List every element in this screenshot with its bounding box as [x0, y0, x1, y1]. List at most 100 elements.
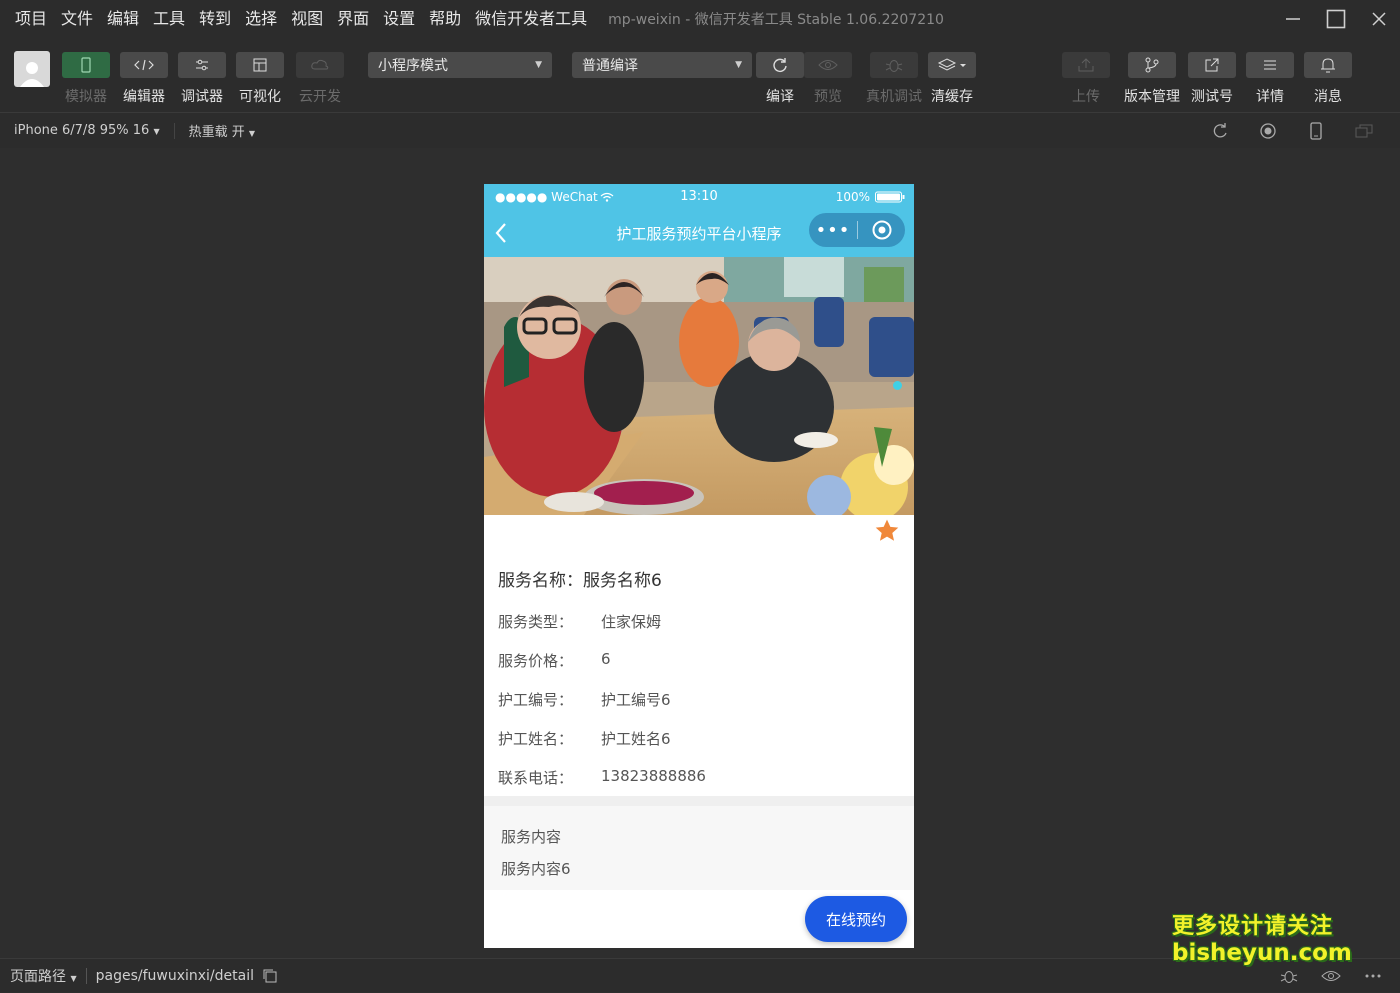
- external-link-icon: [1205, 58, 1219, 72]
- divider: [85, 967, 87, 984]
- editor-button[interactable]: 编辑器: [120, 52, 168, 106]
- menu-lines-icon: [1264, 60, 1276, 70]
- debug-button[interactable]: [1268, 967, 1310, 985]
- menu-tools[interactable]: 工具: [146, 0, 192, 38]
- rotate-button[interactable]: [1196, 122, 1244, 140]
- section-divider: [484, 796, 914, 806]
- refresh-icon: [773, 58, 787, 72]
- close-button[interactable]: [1357, 0, 1400, 38]
- remote-debug-label: 真机调试: [866, 89, 922, 105]
- menu-wechat-devtools[interactable]: 微信开发者工具: [468, 0, 594, 38]
- device-frame-button[interactable]: [1292, 122, 1340, 140]
- rotate-icon: [1213, 123, 1227, 138]
- record-button[interactable]: [1244, 122, 1292, 140]
- cloud-button[interactable]: 云开发: [296, 52, 344, 106]
- chevron-down-icon: ▼: [735, 60, 742, 70]
- field-value: 护工姓名6: [601, 730, 671, 748]
- watermark-line1: 更多设计请关注: [1172, 914, 1334, 939]
- more-dots-icon: [1365, 974, 1381, 978]
- test-account-label: 测试号: [1191, 89, 1233, 105]
- layers-icon: [937, 58, 966, 71]
- field-service-type: 服务类型： 住家保姆: [498, 611, 661, 632]
- device-select[interactable]: iPhone 6/7/8 95% 16 ▼: [0, 123, 174, 138]
- copy-icon: [263, 969, 277, 982]
- simulator-label: 模拟器: [65, 89, 107, 105]
- record-icon: [1260, 123, 1276, 139]
- phone-icon: [81, 57, 91, 73]
- phone-status-bar: ●●●●● WeChat 13:10 100%: [484, 184, 914, 209]
- details-label: 详情: [1256, 89, 1284, 105]
- watermark: 更多设计请关注 bisheyun.com: [1172, 914, 1352, 966]
- preview-button[interactable]: 预览: [804, 52, 852, 106]
- book-online-button[interactable]: 在线预约: [805, 896, 907, 942]
- banner-indicator-dot[interactable]: [893, 381, 902, 390]
- version-mgmt-button[interactable]: 版本管理: [1124, 52, 1180, 106]
- menu-file[interactable]: 文件: [54, 0, 100, 38]
- maximize-button[interactable]: [1314, 0, 1357, 38]
- title-bar: 项目 文件 编辑 工具 转到 选择 视图 界面 设置 帮助 微信开发者工具 mp…: [0, 0, 1400, 38]
- mode-select[interactable]: 小程序模式 ▼: [368, 52, 552, 78]
- cloud-icon: [311, 59, 329, 70]
- menu-edit[interactable]: 编辑: [100, 0, 146, 38]
- compile-select[interactable]: 普通编译 ▼: [572, 52, 752, 78]
- window-title: mp-weixin - 微信开发者工具 Stable 1.06.2207210: [608, 12, 944, 28]
- compile-select-value: 普通编译: [582, 58, 638, 74]
- page-path-select[interactable]: 页面路径 ▼: [0, 966, 77, 986]
- menu-bar: 项目 文件 编辑 工具 转到 选择 视图 界面 设置 帮助 微信开发者工具: [0, 0, 594, 38]
- avatar[interactable]: [14, 51, 50, 87]
- compile-button[interactable]: 编译: [756, 52, 804, 106]
- field-value: 13823888886: [601, 767, 706, 785]
- menu-settings[interactable]: 设置: [376, 0, 422, 38]
- field-label: 联系电话：: [498, 769, 574, 787]
- field-caregiver-name: 护工姓名： 护工姓名6: [498, 728, 671, 749]
- battery-icon: [875, 191, 905, 202]
- chevron-down-icon: ▼: [70, 973, 77, 983]
- simulator-button[interactable]: 模拟器: [62, 52, 110, 106]
- menu-interface[interactable]: 界面: [330, 0, 376, 38]
- messages-button[interactable]: 消息: [1304, 52, 1352, 106]
- remote-debug-button[interactable]: 真机调试: [866, 52, 922, 106]
- minimize-button[interactable]: [1271, 0, 1314, 38]
- close-mini-program-button[interactable]: [858, 219, 905, 241]
- detach-button[interactable]: [1340, 123, 1388, 139]
- service-content-title: 服务内容: [501, 828, 562, 846]
- page-path-label: 页面路径: [10, 968, 66, 985]
- copy-path-button[interactable]: [262, 968, 278, 984]
- preview-eye-button[interactable]: [1310, 969, 1352, 983]
- page-path-value: pages/fuwuxinxi/detail: [95, 967, 254, 984]
- field-label: 服务价格：: [498, 652, 574, 670]
- compile-label: 编译: [766, 89, 794, 105]
- menu-view[interactable]: 视图: [284, 0, 330, 38]
- editor-label: 编辑器: [123, 89, 165, 105]
- hot-reload-value: 热重载 开: [188, 125, 245, 140]
- battery: 100%: [836, 190, 905, 204]
- more-button[interactable]: •••: [809, 220, 857, 241]
- close-icon: [1371, 12, 1386, 26]
- upload-icon: [1078, 58, 1094, 72]
- service-content-text: 服务内容6: [501, 860, 571, 878]
- service-name-label: 服务名称：: [498, 571, 583, 591]
- favorite-button[interactable]: [874, 518, 900, 548]
- menu-select[interactable]: 选择: [238, 0, 284, 38]
- service-name-value: 服务名称6: [583, 571, 662, 591]
- menu-goto[interactable]: 转到: [192, 0, 238, 38]
- simulator-actions: [1196, 113, 1388, 149]
- hot-reload-toggle[interactable]: 热重载 开 ▼: [175, 121, 269, 140]
- debugger-button[interactable]: 调试器: [178, 52, 226, 106]
- details-button[interactable]: 详情: [1246, 52, 1294, 106]
- visualize-button[interactable]: 可视化: [236, 52, 284, 106]
- mode-select-value: 小程序模式: [378, 58, 448, 74]
- service-image-banner[interactable]: [484, 257, 914, 515]
- minimize-icon: [1285, 18, 1300, 20]
- menu-project[interactable]: 项目: [8, 0, 54, 38]
- toolbar: 模拟器 编辑器 调试器 可视化 云开发 小程序模式 ▼ 普通编译 ▼ 编译 预览…: [0, 38, 1400, 112]
- windows-icon: [1355, 124, 1373, 138]
- phone-simulator: ●●●●● WeChat 13:10 100% 护工服务预约平台小程序 •••: [484, 184, 914, 948]
- upload-button[interactable]: 上传: [1062, 52, 1110, 106]
- field-value: 6: [601, 650, 611, 668]
- phone-nav-bar: 护工服务预约平台小程序 •••: [484, 209, 914, 257]
- menu-help[interactable]: 帮助: [422, 0, 468, 38]
- more-options-button[interactable]: [1352, 973, 1394, 979]
- test-account-button[interactable]: 测试号: [1188, 52, 1236, 106]
- clear-cache-button[interactable]: 清缓存: [928, 52, 976, 106]
